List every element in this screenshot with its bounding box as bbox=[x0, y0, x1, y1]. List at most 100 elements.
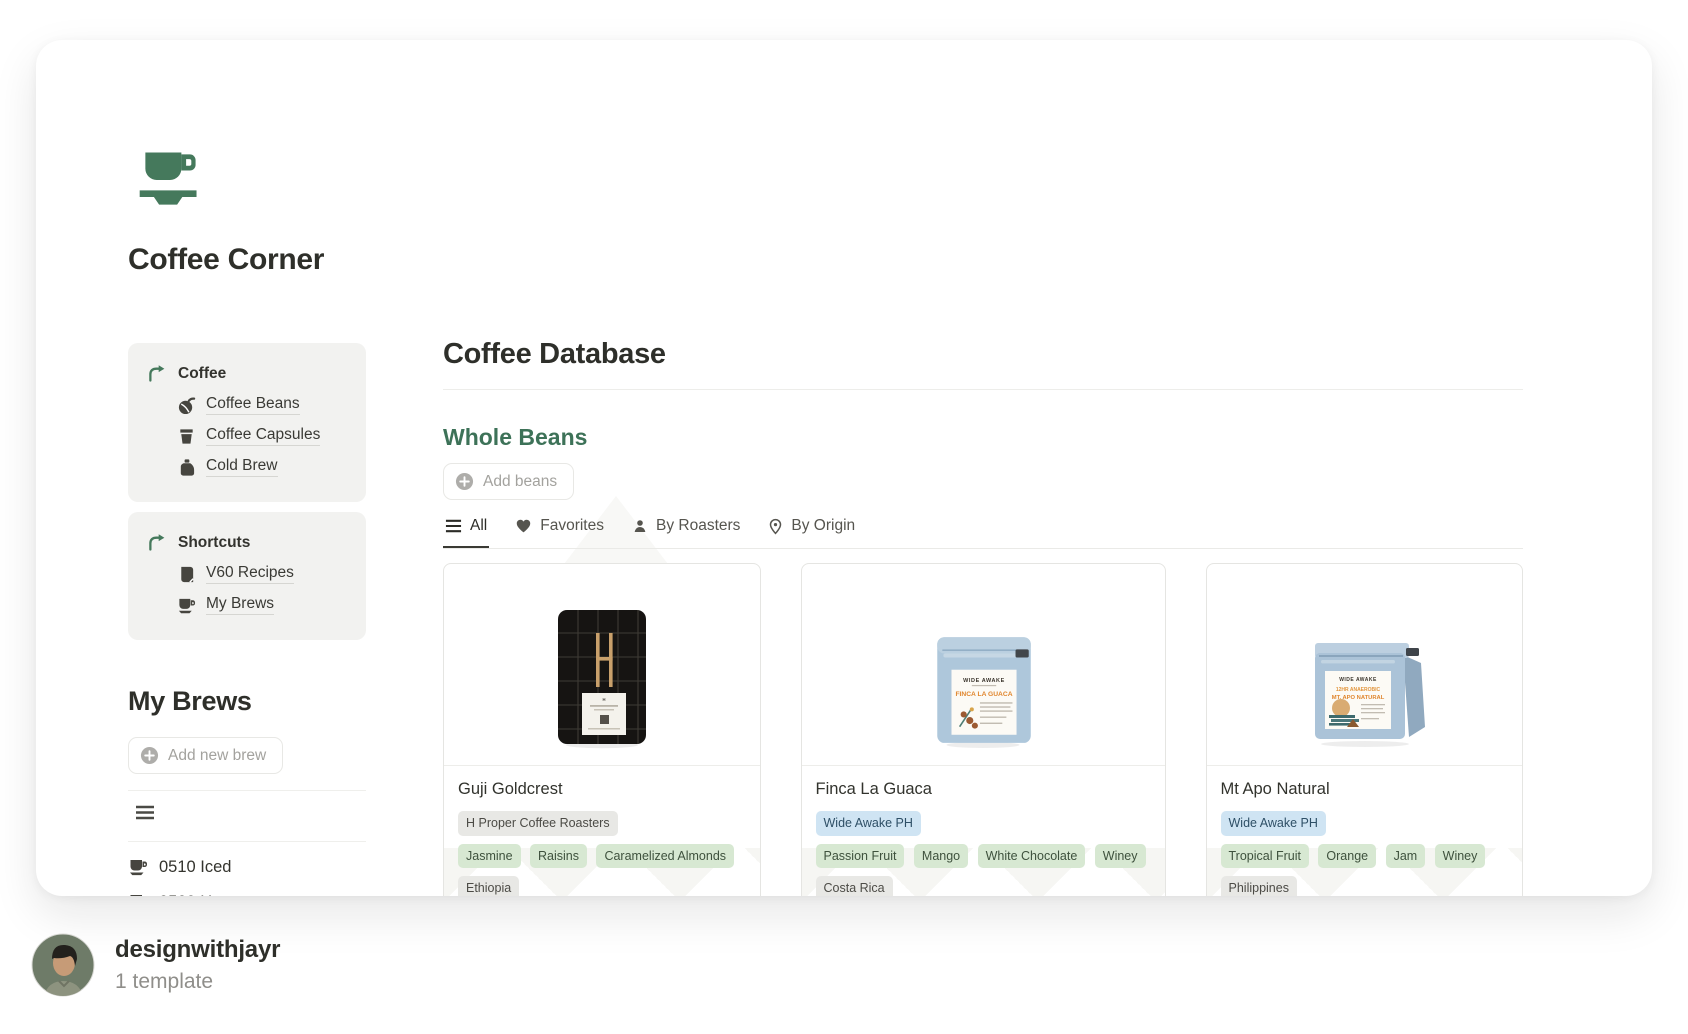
workspace-logo bbox=[134, 148, 366, 217]
template-preview-card: Coffee Corner Coffee Coffee Beans bbox=[36, 40, 1652, 896]
card-body: Guji Goldcrest H Proper Coffee Roasters … bbox=[444, 766, 760, 896]
add-beans-label: Add beans bbox=[483, 473, 557, 491]
flavor-tag: Jam bbox=[1386, 844, 1426, 869]
brew-entry-0509[interactable]: 0509 Hot bbox=[128, 892, 366, 896]
main-content: Coffee Database Whole Beans Add beans Al… bbox=[443, 338, 1523, 896]
sidebar-section-shortcuts: Shortcuts V60 Recipes My Brews bbox=[128, 512, 366, 640]
bean-card-guji-goldcrest[interactable]: H Guji Goldcrest H Proper Coffee Roaster… bbox=[443, 563, 761, 896]
add-new-brew-label: Add new brew bbox=[168, 747, 266, 765]
creator-template-count: 1 template bbox=[115, 970, 280, 994]
section-header-coffee: Coffee bbox=[146, 363, 354, 384]
flavor-tag: Raisins bbox=[530, 844, 587, 869]
origin-tag-row: Philippines bbox=[1221, 876, 1509, 896]
bag-line1: 12HR ANAEROBIC bbox=[1336, 687, 1381, 693]
sidebar-item-my-brews[interactable]: My Brews bbox=[177, 595, 354, 615]
bag-brand: WIDE AWAKE bbox=[963, 678, 1005, 684]
roaster-tag: Wide Awake PH bbox=[816, 811, 921, 836]
sidebar-item-coffee-capsules[interactable]: Coffee Capsules bbox=[177, 426, 354, 446]
sidebar-section-coffee: Coffee Coffee Beans Coffee Capsules bbox=[128, 343, 366, 502]
coffee-mug-icon bbox=[128, 892, 148, 896]
plus-circle-icon bbox=[455, 472, 474, 491]
bean-title: Finca La Guaca bbox=[816, 780, 1151, 799]
product-photo: WIDE AWAKE 12HR ANAEROBIC MT. APO NATURA… bbox=[1207, 564, 1523, 766]
location-pin-icon bbox=[768, 518, 783, 535]
drag-handle-icon[interactable] bbox=[135, 805, 155, 825]
coffee-bean-icon bbox=[177, 396, 196, 415]
my-brews-heading: My Brews bbox=[128, 686, 366, 717]
link-v60-recipes[interactable]: V60 Recipes bbox=[206, 564, 294, 584]
workspace-title: Coffee Corner bbox=[128, 243, 366, 277]
flavor-tag: Winey bbox=[1435, 844, 1486, 869]
flavor-tag: Orange bbox=[1318, 844, 1376, 869]
origin-tag: Costa Rica bbox=[816, 876, 893, 896]
origin-tag: Ethiopia bbox=[458, 876, 519, 896]
creator-footer: designwithjayr 1 template bbox=[31, 933, 280, 997]
bag-brand: WIDE AWAKE bbox=[1339, 677, 1377, 683]
coffee-bag-black: H bbox=[552, 607, 652, 749]
link-coffee-beans[interactable]: Coffee Beans bbox=[206, 395, 300, 415]
sidebar-item-coffee-beans[interactable]: Coffee Beans bbox=[177, 395, 354, 415]
curved-arrow-icon bbox=[146, 363, 167, 384]
divider bbox=[128, 790, 366, 791]
bean-card-finca-la-guaca[interactable]: WIDE AWAKE FINCA LA GUACA bbox=[801, 563, 1166, 896]
roaster-tag: Wide Awake PH bbox=[1221, 811, 1326, 836]
list-icon bbox=[445, 519, 462, 533]
beans-gallery: H Guji Goldcrest H Proper Coffee Roaster… bbox=[443, 563, 1523, 896]
link-coffee-capsules[interactable]: Coffee Capsules bbox=[206, 426, 320, 446]
flavor-tag: White Chocolate bbox=[978, 844, 1086, 869]
coffee-capsule-icon bbox=[177, 427, 196, 446]
plus-circle-icon bbox=[140, 746, 159, 765]
brew-entry-0510[interactable]: 0510 Iced bbox=[128, 857, 366, 877]
cold-brew-bottle-icon bbox=[177, 458, 196, 477]
flavor-tag-row: Jasmine Raisins Caramelized Almonds bbox=[458, 844, 746, 873]
tab-all[interactable]: All bbox=[443, 515, 489, 548]
card-body: Mt Apo Natural Wide Awake PH Tropical Fr… bbox=[1207, 766, 1523, 896]
flavor-tag: Jasmine bbox=[458, 844, 521, 869]
flavor-tag: Mango bbox=[914, 844, 968, 869]
coffee-mug-icon bbox=[177, 596, 196, 615]
product-photo: WIDE AWAKE FINCA LA GUACA bbox=[802, 564, 1165, 766]
coffee-mug-icon bbox=[128, 857, 148, 877]
flavor-tag: Caramelized Almonds bbox=[596, 844, 734, 869]
brew-entry-label: 0509 Hot bbox=[159, 893, 226, 897]
tab-by-origin[interactable]: By Origin bbox=[766, 515, 857, 548]
flavor-tag: Tropical Fruit bbox=[1221, 844, 1309, 869]
bean-card-mt-apo-natural[interactable]: WIDE AWAKE 12HR ANAEROBIC MT. APO NATURA… bbox=[1206, 563, 1524, 896]
origin-tag-row: Costa Rica bbox=[816, 876, 1151, 896]
flavor-tag-row: Tropical Fruit Orange Jam Winey bbox=[1221, 844, 1509, 873]
link-my-brews[interactable]: My Brews bbox=[206, 595, 274, 615]
link-cold-brew[interactable]: Cold Brew bbox=[206, 457, 278, 477]
tab-label: All bbox=[470, 517, 487, 535]
card-body: Finca La Guaca Wide Awake PH Passion Fru… bbox=[802, 766, 1165, 896]
divider bbox=[128, 841, 366, 842]
recipe-book-icon bbox=[177, 565, 196, 584]
add-new-brew-button[interactable]: Add new brew bbox=[128, 737, 283, 774]
product-photo: H bbox=[444, 564, 760, 766]
avatar[interactable] bbox=[31, 933, 95, 997]
creator-info: designwithjayr 1 template bbox=[115, 936, 280, 994]
section-title: Coffee bbox=[178, 365, 226, 383]
bag-letter: H bbox=[602, 697, 605, 702]
tab-by-roasters[interactable]: By Roasters bbox=[630, 515, 742, 548]
origin-tag-row: Ethiopia bbox=[458, 876, 746, 896]
sidebar-item-cold-brew[interactable]: Cold Brew bbox=[177, 457, 354, 477]
roaster-tag-row: H Proper Coffee Roasters bbox=[458, 811, 746, 840]
bag-name: FINCA LA GUACA bbox=[955, 691, 1012, 698]
tab-label: By Origin bbox=[791, 517, 855, 535]
coffee-cup-icon bbox=[134, 148, 206, 212]
person-icon bbox=[632, 518, 648, 534]
add-beans-button[interactable]: Add beans bbox=[443, 463, 574, 500]
flavor-tag-row: Passion Fruit Mango White Chocolate Wine… bbox=[816, 844, 1151, 873]
coffee-bag-gusseted: WIDE AWAKE 12HR ANAEROBIC MT. APO NATURA… bbox=[1289, 627, 1439, 749]
sidebar-item-v60-recipes[interactable]: V60 Recipes bbox=[177, 564, 354, 584]
coffee-bag-blue: WIDE AWAKE FINCA LA GUACA bbox=[927, 625, 1039, 749]
tab-label: By Roasters bbox=[656, 517, 740, 535]
section-title: Whole Beans bbox=[443, 424, 1523, 451]
roaster-tag-row: Wide Awake PH bbox=[1221, 811, 1509, 840]
sidebar: Coffee Corner Coffee Coffee Beans bbox=[128, 148, 366, 896]
brew-entry-label: 0510 Iced bbox=[159, 858, 231, 877]
view-tabs: All Favorites By Roasters bbox=[443, 515, 1523, 549]
creator-name[interactable]: designwithjayr bbox=[115, 936, 280, 964]
tab-favorites[interactable]: Favorites bbox=[513, 515, 606, 548]
tab-label: Favorites bbox=[540, 517, 604, 535]
